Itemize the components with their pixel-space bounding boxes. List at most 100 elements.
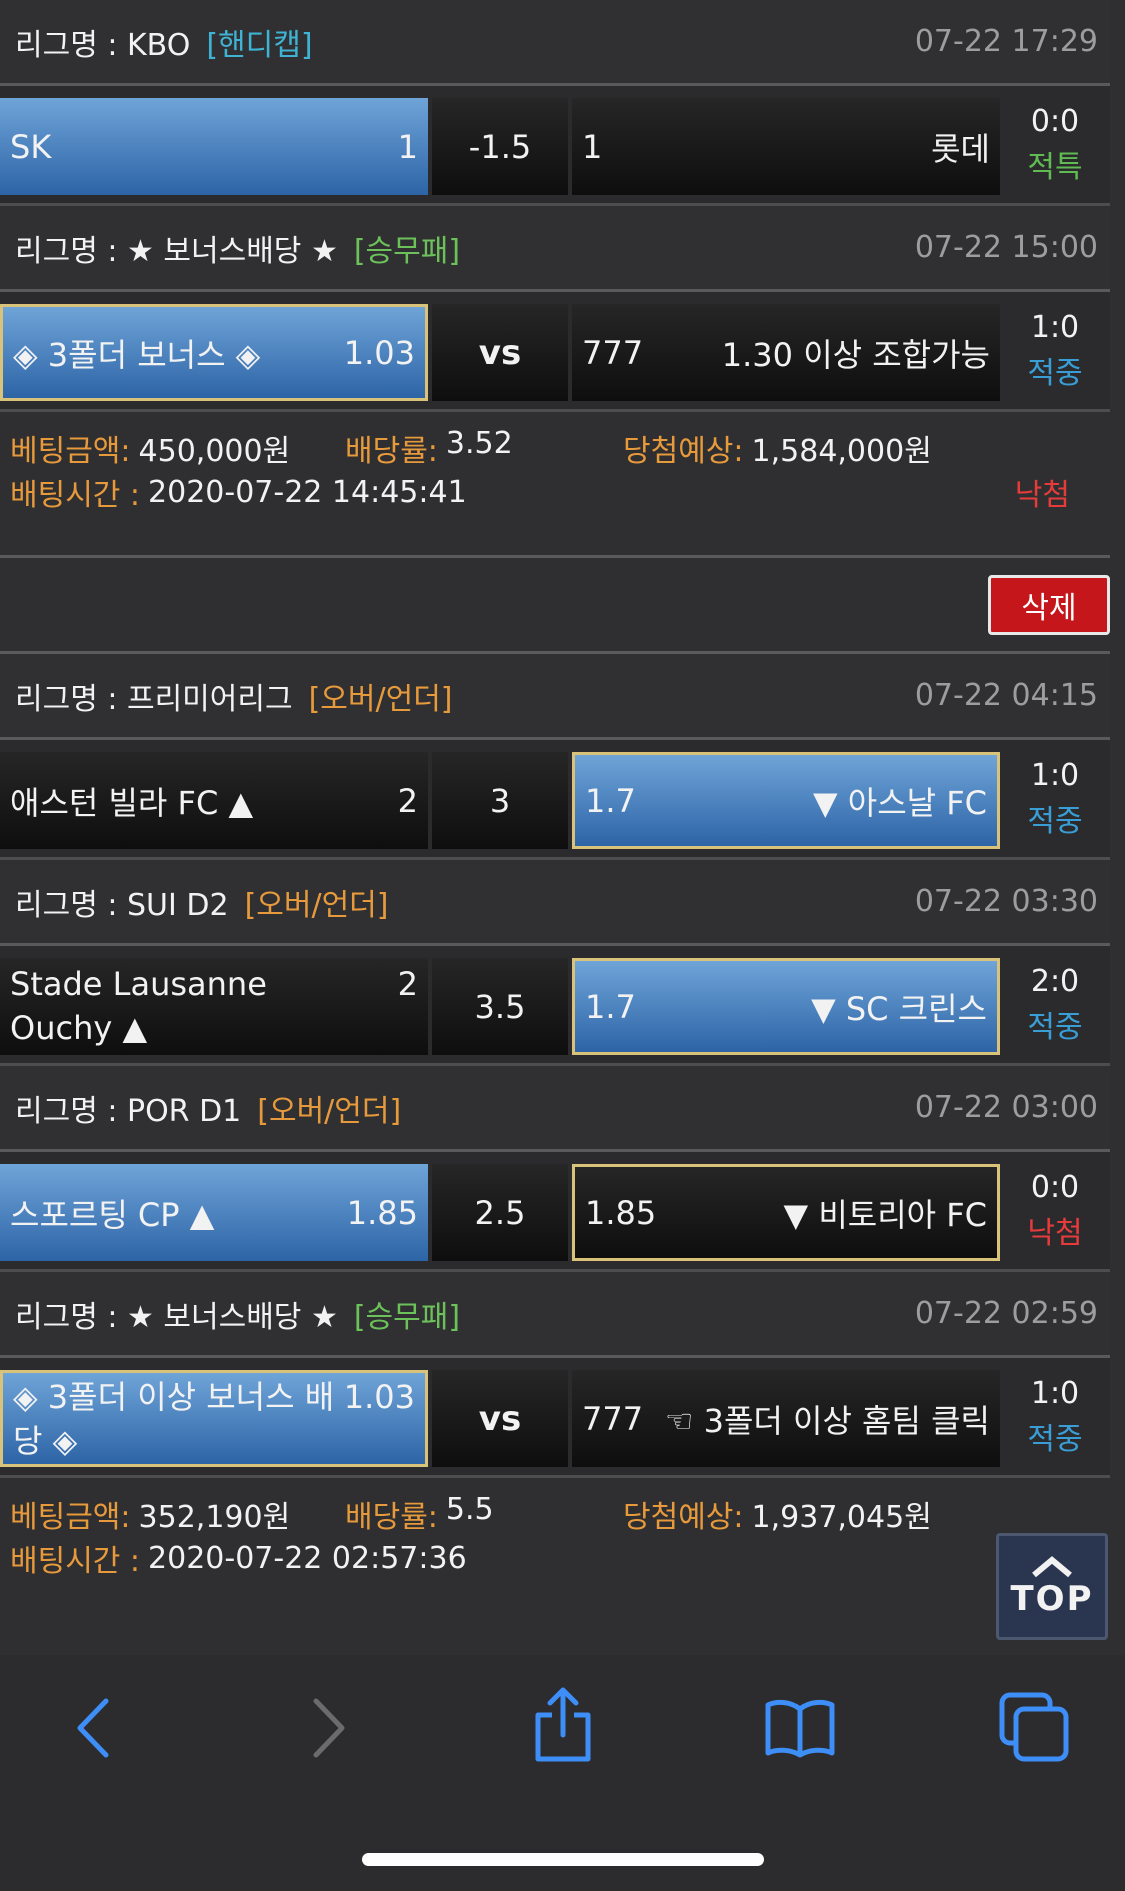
line-value: 3 [489, 781, 511, 820]
home-odds: 1.03 [343, 333, 415, 372]
home-team-cell[interactable]: ◈ 3폴더 이상 보너스 배 당 ◈ 1.03 [0, 1370, 428, 1467]
home-team-cell[interactable]: ◈ 3폴더 보너스 ◈ 1.03 [0, 304, 428, 401]
away-team-cell[interactable]: 777 ☜ 3폴더 이상 홈팀 클릭 [572, 1370, 1000, 1467]
odds-rate-label: 배당률: [345, 1500, 438, 1535]
bet-time-label: 배팅시간 : [10, 478, 141, 513]
away-odds: 1 [582, 127, 603, 166]
home-team-name-line1: Stade Lausanne [10, 965, 267, 1003]
match-row: 스포르팅 CP ▲ 1.85 2.5 1.85 ▼ 비토리아 FC 0:0 낙첨 [0, 1152, 1110, 1272]
away-team-name: ☜ 3폴더 이상 홈팀 클릭 [664, 1401, 990, 1440]
line-cell: 3 [432, 752, 568, 849]
home-team-cell[interactable]: 스포르팅 CP ▲ 1.85 [0, 1164, 428, 1261]
bet-type: [오버/언더] [257, 1093, 402, 1129]
bet-summary: 베팅금액: 450,000원 배당률: 3.52 당첨예상: 1,584,000원 배… [0, 412, 1110, 558]
away-odds: 777 [582, 1399, 644, 1438]
bookmarks-icon[interactable] [764, 1697, 836, 1759]
home-team-cell[interactable]: 애스턴 빌라 FC ▲ 2 [0, 752, 428, 849]
bet-history-list: 리그명 : KBO [핸디캡] 07-22 17:29 SK 1 -1.5 1 … [0, 0, 1110, 1624]
line-cell: 2.5 [432, 1164, 568, 1261]
league-name: 리그명 : ★ 보너스배당 ★ [15, 1299, 338, 1335]
home-team-name: 애스턴 빌라 FC ▲ [10, 783, 254, 822]
home-team-name: 스포르팅 CP ▲ [10, 1195, 215, 1234]
score: 1:0 [1030, 309, 1080, 345]
home-odds: 2 [397, 781, 418, 820]
away-team-cell[interactable]: 1 롯데 [572, 98, 1000, 195]
away-team-cell[interactable]: 1.85 ▼ 비토리아 FC [572, 1164, 1000, 1261]
bet-time: 2020-07-22 02:57:36 [148, 1540, 467, 1576]
result-cell: 1:0 적중 [1000, 1358, 1110, 1475]
away-team-name: ▼ SC 크린스 [811, 989, 987, 1028]
bet-summary: 베팅금액: 352,190원 배당률: 5.5 당첨예상: 1,937,045원 배팅… [0, 1478, 1110, 1624]
vs-label: vs [478, 332, 522, 373]
share-icon[interactable] [530, 1685, 596, 1765]
league-header: 리그명 : SUI D2 [오버/언더] 07-22 03:30 [0, 860, 1110, 946]
home-team-name: SK [10, 127, 52, 166]
expected-win-label: 당첨예상: [623, 434, 744, 469]
bet-amount-label: 베팅금액: [10, 1500, 131, 1535]
match-row: ◈ 3폴더 이상 보너스 배 당 ◈ 1.03 vs 777 ☜ 3폴더 이상 … [0, 1358, 1110, 1478]
result-status: 적중 [1027, 803, 1083, 839]
away-team-cell[interactable]: 1.7 ▼ SC 크린스 [572, 958, 1000, 1055]
home-team-cell[interactable]: SK 1 [0, 98, 428, 195]
home-team-name-line2: Ouchy ▲ [10, 1009, 148, 1047]
score: 1:0 [1030, 757, 1080, 793]
home-team-name-line1: ◈ 3폴더 이상 보너스 배 [13, 1378, 335, 1416]
league-header: 리그명 : ★ 보너스배당 ★ [승무패] 07-22 15:00 [0, 206, 1110, 292]
result-cell: 1:0 적중 [1000, 740, 1110, 857]
line-value: 2.5 [474, 1193, 526, 1232]
odds-rate: 5.5 [445, 1492, 494, 1527]
match-time: 07-22 03:30 [914, 884, 1098, 919]
league-name: 리그명 : ★ 보너스배당 ★ [15, 233, 338, 269]
home-team-name-line2: 당 ◈ [13, 1422, 78, 1460]
home-odds: 1.85 [346, 1193, 418, 1232]
scroll-top-button[interactable]: TOP [996, 1533, 1108, 1640]
home-odds: 2 [397, 965, 418, 1003]
chevron-up-icon [1032, 1555, 1072, 1577]
bet-type: [승무패] [353, 233, 461, 269]
away-odds: 777 [582, 333, 644, 372]
match-row: ◈ 3폴더 보너스 ◈ 1.03 vs 777 1.30 이상 조합가능 1:0… [0, 292, 1110, 412]
bet-status: 낙첨 [1014, 478, 1070, 513]
away-team-cell[interactable]: 777 1.30 이상 조합가능 [572, 304, 1000, 401]
match-time: 07-22 04:15 [914, 678, 1098, 713]
bet-time: 2020-07-22 14:45:41 [148, 474, 467, 510]
delete-button[interactable]: 삭제 [988, 574, 1110, 635]
home-team-cell[interactable]: Stade Lausanne Ouchy ▲ 2 [0, 958, 428, 1055]
league-header: 리그명 : KBO [핸디캡] 07-22 17:29 [0, 0, 1110, 86]
odds-rate: 3.52 [445, 426, 513, 461]
back-icon[interactable] [70, 1693, 120, 1763]
forward-icon[interactable] [302, 1693, 352, 1763]
league-name: 리그명 : POR D1 [15, 1093, 242, 1129]
score: 1:0 [1030, 1375, 1080, 1411]
tabs-icon[interactable] [998, 1691, 1070, 1763]
odds-rate-label: 배당률: [345, 434, 438, 469]
away-odds: 1.7 [585, 781, 636, 820]
result-status: 적중 [1027, 355, 1083, 391]
line-value: 3.5 [474, 987, 526, 1026]
bet-type: [핸디캡] [206, 27, 313, 63]
vs-label: vs [478, 1398, 522, 1439]
vs-cell: vs [432, 1370, 568, 1467]
score: 0:0 [1030, 1169, 1080, 1205]
vs-cell: vs [432, 304, 568, 401]
away-odds: 1.7 [585, 987, 636, 1026]
home-odds: 1.03 [343, 1378, 415, 1416]
away-odds: 1.85 [585, 1193, 657, 1232]
match-row: 애스턴 빌라 FC ▲ 2 3 1.7 ▼ 아스날 FC 1:0 적중 [0, 740, 1110, 860]
score: 2:0 [1030, 963, 1080, 999]
away-team-name: ▼ 아스날 FC [812, 783, 987, 822]
expected-win-label: 당첨예상: [623, 1500, 744, 1535]
bet-type: [오버/언더] [244, 887, 389, 923]
line-cell: 3.5 [432, 958, 568, 1055]
top-label: TOP [1010, 1578, 1094, 1619]
away-team-name: 1.30 이상 조합가능 [721, 335, 990, 374]
result-cell: 0:0 낙첨 [1000, 1152, 1110, 1269]
result-cell: 0:0 적특 [1000, 86, 1110, 203]
league-header: 리그명 : 프리미어리그 [오버/언더] 07-22 04:15 [0, 654, 1110, 740]
score: 0:0 [1030, 103, 1080, 139]
away-team-name: 롯데 [931, 129, 990, 168]
result-status: 적특 [1027, 149, 1083, 185]
away-team-cell[interactable]: 1.7 ▼ 아스날 FC [572, 752, 1000, 849]
expected-win: 1,584,000원 [751, 434, 932, 469]
bet-amount-label: 베팅금액: [10, 434, 131, 469]
